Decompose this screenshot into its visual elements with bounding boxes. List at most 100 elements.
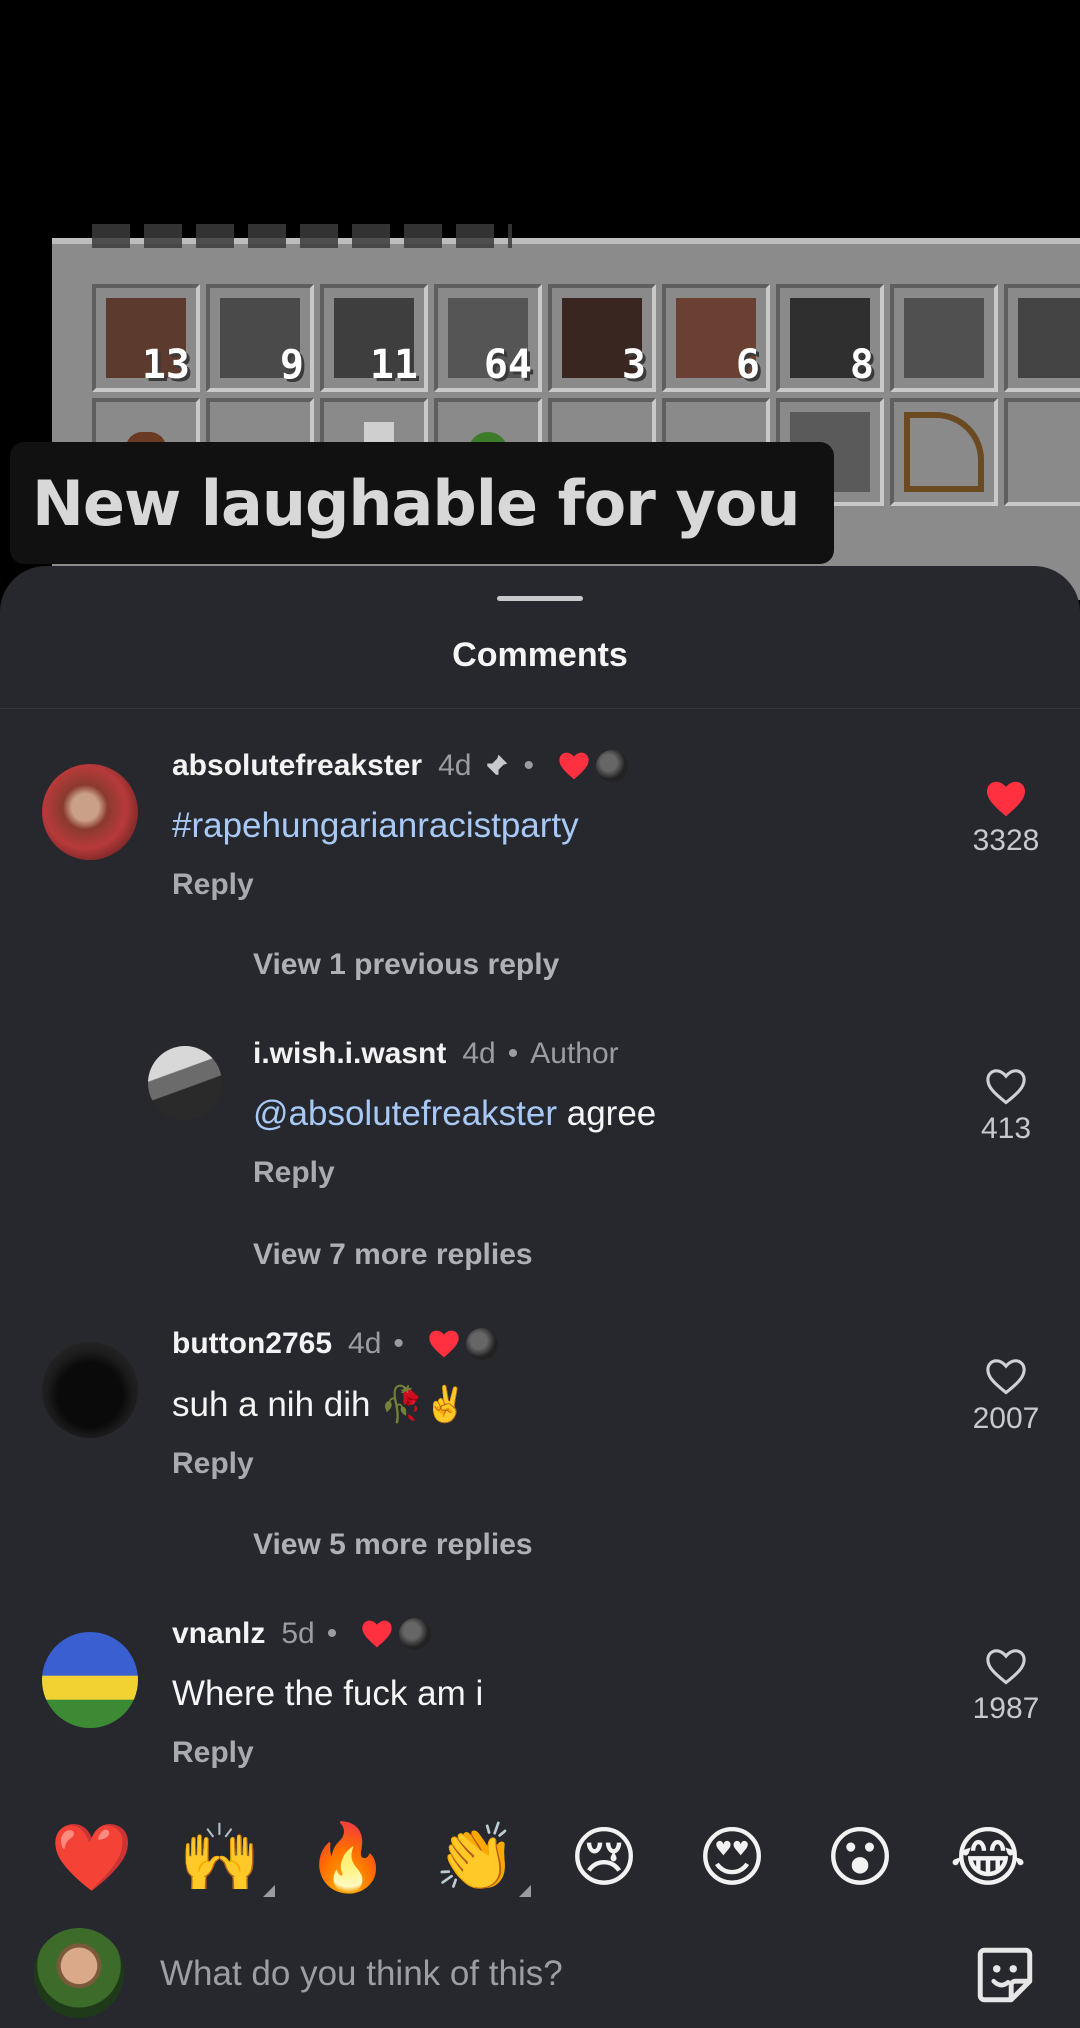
creator-liked-heart-icon [559,752,589,780]
creator-avatar-icon [465,1328,498,1360]
reply-button[interactable]: Reply [172,868,628,902]
heart-eyes-emoji-icon: 😍 [697,1819,767,1896]
chest-slot [890,398,998,506]
reply-button[interactable]: Reply [172,1736,483,1770]
heart-outline-icon [986,1359,1026,1395]
fire-emoji-icon: 🔥 [306,1819,390,1896]
comment-item: vnanlz 5d • Where the fuck am i Reply 19… [0,1612,1080,1769]
comment-time: 4d [348,1327,382,1360]
like-button[interactable]: 413 [946,1068,1066,1146]
hashtag-link[interactable]: #rapehungarianracistparty [172,806,579,845]
comment-body: vnanlz 5d • Where the fuck am i Reply [172,1612,483,1770]
chest-slot: 13 [92,284,200,392]
author-label: Author [530,1037,619,1070]
heart-outline-icon [986,1649,1026,1685]
chest-slot: 3 [548,284,656,392]
chest-slot: 8 [776,284,884,392]
comment-body: button2765 4d • suh a nih dih 🥀✌️ Reply [172,1322,498,1481]
current-user-avatar[interactable] [34,1928,124,2018]
reaction-fire[interactable]: 🔥 [305,1815,391,1901]
creator-avatar-icon [399,1618,432,1650]
comment-text: #rapehungarianracistparty [172,806,628,846]
reply-button[interactable]: Reply [253,1156,656,1190]
chest-slot: 6 [662,284,770,392]
creator-liked-heart-icon [429,1330,459,1358]
comment-item: button2765 4d • suh a nih dih 🥀✌️ Reply … [0,1322,1080,1480]
avatar[interactable] [42,1342,138,1438]
heart-filled-icon [987,781,1025,817]
chest-slot [1004,284,1080,392]
comment-text: suh a nih dih 🥀✌️ [172,1385,468,1424]
chest-slot [1004,398,1080,506]
like-count: 413 [980,1112,1032,1145]
comment-username[interactable]: absolutefreakster [172,749,422,783]
chest-row-1: 13 9 11 64 3 6 8 [92,284,1080,392]
like-count: 1987 [972,1692,1040,1725]
surprised-face-emoji-icon: 😮 [825,1819,895,1896]
sheet-divider [0,708,1080,709]
reaction-crying[interactable]: 😢 [561,1815,647,1901]
view-more-replies-link[interactable]: View 7 more replies [253,1238,533,1272]
video-background[interactable]: 13 9 11 64 3 6 8 New laughable for you [0,0,1080,600]
comment-username[interactable]: i.wish.i.wasnt [253,1037,446,1071]
tears-of-joy-emoji-icon: 😂 [949,1819,1027,1896]
like-button[interactable]: 3328 [946,780,1066,858]
comment-text-rest: agree [557,1094,657,1133]
mention-link[interactable]: @absolutefreakster [253,1094,557,1133]
like-count: 3328 [972,824,1040,857]
comment-body: absolutefreakster 4d • #rapehungarianrac… [172,744,628,902]
sheet-drag-handle[interactable] [497,596,583,601]
reply-button[interactable]: Reply [172,1447,498,1481]
comments-sheet: Comments absolutefreakster 4d • #rapehun… [0,566,1080,2028]
view-more-replies-link[interactable]: View 5 more replies [253,1528,533,1562]
chest-slot: 64 [434,284,542,392]
heart-emoji-icon: ❤️ [50,1819,134,1896]
avatar[interactable] [42,764,138,860]
comment-text: Where the fuck am i [172,1674,484,1713]
separator-dot: • [523,749,534,782]
comment-time: 5d [281,1617,315,1650]
like-button[interactable]: 1987 [946,1648,1066,1726]
skin-tone-indicator-icon [263,1885,275,1897]
separator-dot: • [507,1037,519,1070]
sticker-icon[interactable] [972,1942,1038,2008]
reaction-clapping[interactable]: 👏 [433,1815,531,1901]
comment-text: @absolutefreakster agree [253,1094,656,1134]
chest-slot: 11 [320,284,428,392]
comment-header: absolutefreakster 4d • [172,744,628,788]
comment-item: absolutefreakster 4d • #rapehungarianrac… [0,744,1080,901]
clapping-hands-emoji-icon: 👏 [434,1819,518,1896]
comment-time: 4d [438,749,472,782]
reaction-heart-eyes[interactable]: 😍 [689,1815,775,1901]
reaction-surprised[interactable]: 😮 [817,1815,903,1901]
creator-liked-heart-icon [362,1620,392,1648]
video-caption-text: New laughable for you [32,466,801,540]
crying-face-emoji-icon: 😢 [569,1819,639,1896]
creator-avatar-icon [596,750,628,782]
chest-title-blur [92,224,512,248]
like-button[interactable]: 2007 [946,1358,1066,1436]
separator-dot: • [393,1327,404,1360]
comment-header: button2765 4d • [172,1322,498,1366]
chest-slot: 9 [206,284,314,392]
comment-username[interactable]: vnanlz [172,1617,265,1651]
comment-input-bar [0,1918,1080,2028]
reaction-tears-of-joy[interactable]: 😂 [945,1815,1031,1901]
comment-username[interactable]: button2765 [172,1327,332,1361]
reaction-raising-hands[interactable]: 🙌 [177,1815,275,1901]
comment-header: i.wish.i.wasnt 4d • Author [253,1032,656,1076]
comment-body: i.wish.i.wasnt 4d • Author @absolutefrea… [253,1032,656,1190]
view-previous-replies-link[interactable]: View 1 previous reply [253,948,559,982]
reply-item: i.wish.i.wasnt 4d • Author @absolutefrea… [0,1032,1080,1189]
pin-icon [485,754,508,778]
video-caption: New laughable for you [10,442,834,564]
avatar[interactable] [148,1046,222,1120]
sheet-title: Comments [452,636,628,674]
reaction-heart[interactable]: ❤️ [49,1815,135,1901]
like-count: 2007 [972,1402,1040,1435]
avatar[interactable] [42,1632,138,1728]
raising-hands-emoji-icon: 🙌 [178,1819,262,1896]
comment-time: 4d [462,1037,496,1070]
heart-outline-icon [986,1069,1026,1105]
comment-input[interactable] [160,1946,920,2002]
